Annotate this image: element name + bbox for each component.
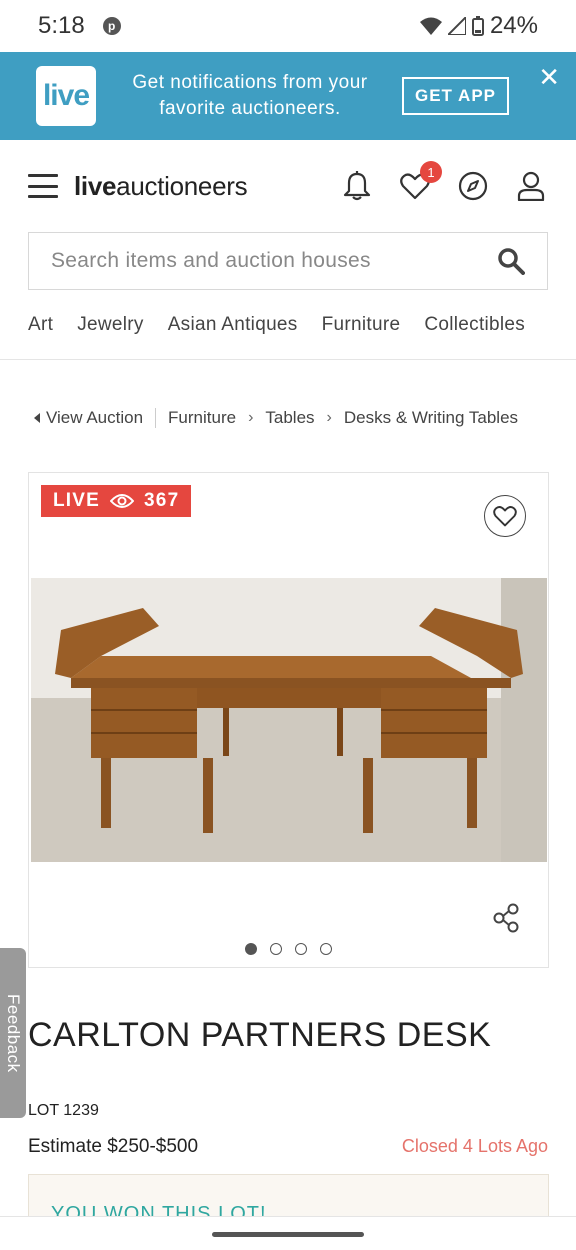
category-asian-antiques[interactable]: Asian Antiques [168, 314, 298, 336]
estimate: Estimate $250-$500 [28, 1136, 199, 1157]
item-image-card: LIVE 367 [28, 472, 549, 968]
home-gesture-bar[interactable] [212, 1232, 364, 1237]
menu-icon[interactable] [28, 174, 58, 198]
image-carousel-dots [29, 943, 548, 955]
breadcrumb-tables[interactable]: Tables [265, 408, 314, 428]
carousel-dot[interactable] [320, 943, 332, 955]
heart-icon[interactable]: 1 [398, 161, 442, 203]
eye-icon [110, 494, 135, 508]
system-nav-bar [0, 1216, 576, 1250]
carousel-dot[interactable] [245, 943, 257, 955]
get-app-button[interactable]: GET APP [402, 77, 509, 115]
close-icon[interactable]: ✕ [538, 64, 560, 90]
promo-message: Get notifications from your favorite auc… [132, 72, 368, 119]
site-header: liveauctioneers 1 [0, 140, 576, 232]
carousel-dot[interactable] [295, 943, 307, 955]
feedback-tab[interactable]: Feedback [0, 948, 26, 1118]
live-app-logo: live [36, 66, 96, 126]
site-logo[interactable]: liveauctioneers [74, 171, 248, 202]
category-art[interactable]: Art [28, 314, 53, 336]
favorites-count-badge: 1 [420, 161, 442, 183]
category-collectibles[interactable]: Collectibles [424, 314, 525, 336]
breadcrumb-desks[interactable]: Desks & Writing Tables [344, 408, 518, 428]
view-auction-link[interactable]: View Auction [34, 408, 157, 428]
cellular-icon [447, 17, 466, 35]
favorite-heart-button[interactable] [484, 495, 526, 537]
live-badge: LIVE 367 [41, 485, 192, 517]
caret-left-icon [34, 413, 40, 423]
category-furniture[interactable]: Furniture [322, 314, 401, 336]
carousel-dot[interactable] [270, 943, 282, 955]
share-icon[interactable] [492, 903, 520, 938]
breadcrumb: View Auction Furniture › Tables › Desks … [0, 406, 576, 430]
item-photo[interactable] [31, 578, 547, 862]
search-bar [28, 232, 548, 290]
battery-icon [471, 16, 484, 36]
item-title: CARLTON PARTNERS DESK [28, 1016, 492, 1054]
heart-icon [493, 506, 517, 527]
battery-percent: 24% [489, 12, 538, 39]
category-jewelry[interactable]: Jewelry [77, 314, 144, 336]
bell-icon[interactable] [340, 169, 374, 203]
breadcrumb-furniture[interactable]: Furniture [168, 408, 236, 428]
wifi-icon [419, 17, 442, 35]
status-bar: 5:18 p 24% [0, 0, 576, 52]
category-nav: Art Jewelry Asian Antiques Furniture Col… [0, 290, 576, 360]
chevron-right-icon: › [326, 409, 332, 426]
lot-number: LOT 1239 [28, 1102, 99, 1119]
search-input[interactable] [51, 249, 497, 273]
user-icon[interactable] [514, 169, 548, 203]
pinterest-notification-icon: p [102, 17, 121, 35]
lot-status: Closed 4 Lots Ago [401, 1136, 548, 1156]
app-promo-banner: live Get notifications from your favorit… [0, 52, 576, 140]
status-time: 5:18 [38, 12, 85, 39]
chevron-right-icon: › [248, 409, 254, 426]
search-icon[interactable] [497, 247, 525, 275]
compass-icon[interactable] [456, 169, 490, 203]
viewer-count: 367 [144, 490, 180, 511]
